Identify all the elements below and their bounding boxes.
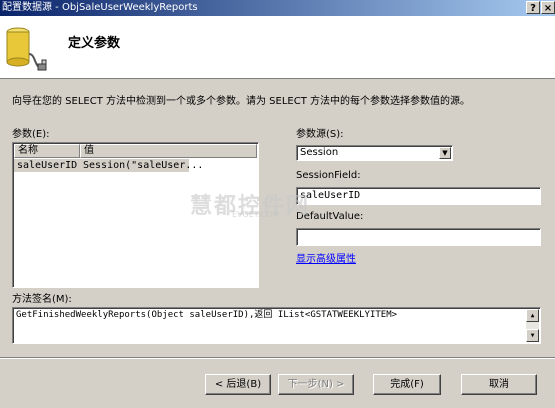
column-header-value[interactable]: 值 — [80, 144, 257, 158]
scroll-down-icon[interactable]: ▼ — [526, 329, 539, 342]
footer-divider — [0, 357, 555, 359]
finish-button[interactable]: 完成(F) — [373, 374, 441, 395]
next-button[interactable]: 下一步(N) > — [278, 374, 354, 395]
source-label: 参数源(S): — [296, 129, 344, 140]
chevron-down-icon[interactable]: ▼ — [439, 147, 451, 159]
description-text: 向导在您的 SELECT 方法中检测到一个或多个参数。请为 SELECT 方法中… — [12, 96, 471, 107]
param-value-cell: Session("saleUser... — [83, 160, 204, 171]
cancel-button[interactable]: 取消 — [461, 374, 537, 395]
parameter-source-select[interactable]: Session ▼ — [296, 145, 453, 161]
window-title: 配置数据源 - ObjSaleUserWeeklyReports — [2, 2, 198, 13]
show-advanced-properties-link[interactable]: 显示高级属性 — [296, 250, 356, 265]
method-signature-text: GetFinishedWeeklyReports(Object saleUser… — [16, 310, 398, 320]
source-selected-value: Session — [300, 147, 339, 158]
help-button[interactable]: ? — [526, 1, 540, 14]
method-signature-box[interactable]: GetFinishedWeeklyReports(Object saleUser… — [12, 307, 541, 344]
column-header-name[interactable]: 名称 — [14, 144, 80, 158]
page-title: 定义参数 — [68, 36, 121, 51]
wizard-header: 定义参数 — [0, 16, 555, 79]
session-field-input[interactable]: saleUserID — [296, 187, 541, 205]
session-field-label: SessionField: — [296, 170, 361, 181]
close-button[interactable]: × — [541, 1, 555, 14]
default-value-input[interactable] — [296, 228, 541, 246]
parameters-label: 参数(E): — [12, 129, 50, 140]
watermark-subtext: EVGET.COM — [232, 210, 280, 219]
signature-scrollbar[interactable]: ▲ ▼ — [526, 309, 539, 342]
database-plug-icon — [6, 27, 47, 71]
table-row[interactable]: saleUserID Session("saleUser... — [14, 159, 203, 172]
param-name-cell: saleUserID — [17, 160, 78, 171]
configure-datasource-dialog: 配置数据源 - ObjSaleUserWeeklyReports ? × 定义参… — [0, 0, 555, 408]
signature-label: 方法签名(M): — [12, 294, 72, 305]
title-bar[interactable]: 配置数据源 - ObjSaleUserWeeklyReports ? × — [0, 0, 555, 16]
back-button[interactable]: < 后退(B) — [205, 374, 271, 395]
scroll-up-icon[interactable]: ▲ — [526, 309, 539, 322]
